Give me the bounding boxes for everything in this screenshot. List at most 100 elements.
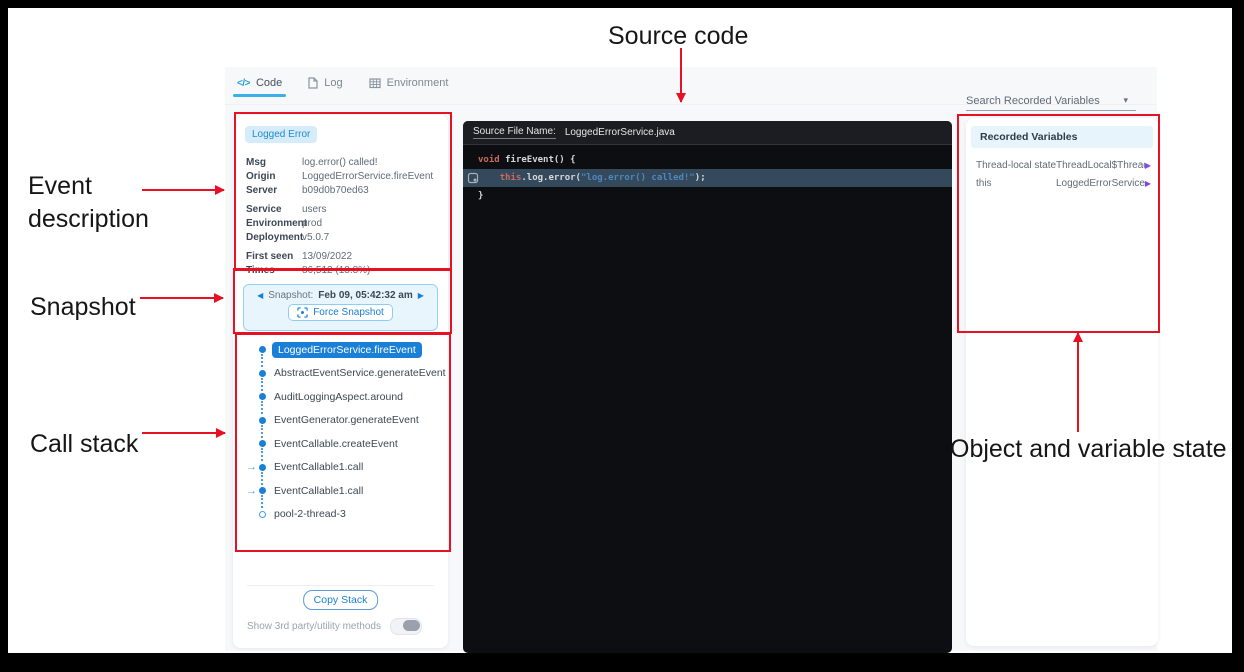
field-value: 86,512 (18.8%) <box>302 264 370 278</box>
code-lines: void fireEvent() { this.log.error("log.e… <box>463 151 952 205</box>
field-label: Environment <box>246 217 302 231</box>
stack-frame[interactable]: EventCallable.createEvent <box>243 432 439 456</box>
tab-environment[interactable]: Environment <box>369 77 449 97</box>
event-fields: Msglog.error() called!OriginLoggedErrorS… <box>246 156 438 283</box>
annotation-label-object-state: Object and variable state <box>950 433 1244 466</box>
event-panel: Logged Error Msglog.error() called!Origi… <box>233 115 448 648</box>
event-field-row: Times86,512 (18.8%) <box>246 264 438 278</box>
annotation-label-source-code: Source code <box>608 20 748 53</box>
toggle-label: Show 3rd party/utility methods <box>247 621 381 632</box>
stack-frame-label: AuditLoggingAspect.around <box>274 391 403 403</box>
annotation-label-call-stack: Call stack <box>30 428 138 461</box>
stack-frame-label: EventCallable.createEvent <box>274 438 398 450</box>
variable-row[interactable]: thisLoggedErrorService▶ <box>966 174 1158 192</box>
event-field-row: First seen13/09/2022 <box>246 250 438 264</box>
source-file-header: Source File Name: LoggedErrorService.jav… <box>463 121 952 145</box>
annotation-canvas: </>Code Log Environment Search Recorded Va… <box>8 8 1232 653</box>
expand-chevron-icon[interactable]: ▶ <box>1145 179 1151 188</box>
recorded-variables-title: Recorded Variables <box>971 126 1153 148</box>
stack-frame-label: LoggedErrorService.fireEvent <box>272 342 422 358</box>
event-field-row: Serverb09d0b70ed63 <box>246 184 438 198</box>
field-value: b09d0b70ed63 <box>302 184 369 198</box>
field-label: First seen <box>246 250 302 264</box>
tab-log[interactable]: Log <box>308 77 342 97</box>
stack-frame[interactable]: LoggedErrorService.fireEvent <box>243 338 439 362</box>
field-value: prod <box>302 217 322 231</box>
code-line: this.log.error("log.error() called!"); <box>463 169 952 187</box>
source-file-label: Source File Name: <box>473 126 556 139</box>
recorded-variables-panel: Recorded Variables Thread-local stateThr… <box>966 118 1158 646</box>
force-snapshot-label: Force Snapshot <box>313 307 384 318</box>
stack-frame[interactable]: AuditLoggingAspect.around <box>243 385 439 409</box>
field-value: log.error() called! <box>302 156 378 170</box>
stack-frame-label: EventCallable1.call <box>274 461 363 473</box>
field-label: Server <box>246 184 302 198</box>
stack-frame[interactable]: AbstractEventService.generateEvent <box>243 362 439 386</box>
snapshot-timestamp: Feb 09, 05:42:32 am <box>318 290 413 301</box>
debugger-app: </>Code Log Environment Search Recorded Va… <box>225 67 1157 651</box>
frame-dot-icon <box>259 370 266 377</box>
frame-dot-icon <box>259 346 266 353</box>
snapshot-nav: ◀ Snapshot: Feb 09, 05:42:32 am ▶ <box>244 290 437 301</box>
frame-dot-icon <box>259 440 266 447</box>
snapshot-label: Snapshot: <box>268 290 313 301</box>
stack-frame-label: pool-2-thread-3 <box>274 508 346 520</box>
snapshot-camera-icon[interactable] <box>467 172 479 184</box>
field-label: Origin <box>246 170 302 184</box>
source-code-panel: Source File Name: LoggedErrorService.jav… <box>463 121 952 653</box>
field-label: Service <box>246 203 302 217</box>
force-snapshot-button[interactable]: Force Snapshot <box>288 304 393 321</box>
event-field-row: Serviceusers <box>246 203 438 217</box>
entry-arrow-icon: → <box>243 485 257 497</box>
frame-dot-icon <box>259 393 266 400</box>
code-icon: </> <box>237 78 250 89</box>
stack-frame[interactable]: EventGenerator.generateEvent <box>243 409 439 433</box>
snapshot-next-icon[interactable]: ▶ <box>418 291 424 300</box>
source-file-name: LoggedErrorService.java <box>565 127 675 138</box>
field-label: Times <box>246 264 302 278</box>
third-party-toggle[interactable] <box>390 618 422 635</box>
search-recorded-variables-select[interactable]: Search Recorded Variables ▾ <box>966 91 1136 111</box>
field-label: Msg <box>246 156 302 170</box>
code-line: void fireEvent() { <box>463 151 952 169</box>
thread-dot-icon <box>259 511 266 518</box>
log-icon <box>308 77 318 89</box>
toggle-knob <box>403 620 420 631</box>
variable-type: LoggedErrorService <box>1056 178 1145 189</box>
copy-stack-button[interactable]: Copy Stack <box>303 590 379 610</box>
chevron-down-icon: ▾ <box>1123 95 1136 106</box>
entry-arrow-icon: → <box>243 461 257 473</box>
annotation-label-event-description: Event description <box>28 170 198 236</box>
divider <box>247 585 434 586</box>
event-type-badge: Logged Error <box>245 126 317 143</box>
tab-code[interactable]: </>Code <box>237 77 282 97</box>
stack-frame-label: EventCallable1.call <box>274 485 363 497</box>
stack-frame[interactable]: pool-2-thread-3 <box>243 503 439 527</box>
stack-frame[interactable]: → EventCallable1.call <box>243 479 439 503</box>
tab-bar: </>Code Log Environment <box>237 77 448 97</box>
event-field-row: OriginLoggedErrorService.fireEvent <box>246 170 438 184</box>
third-party-toggle-row: Show 3rd party/utility methods <box>247 618 422 635</box>
expand-chevron-icon[interactable]: ▶ <box>1145 161 1151 170</box>
camera-focus-icon <box>297 307 308 318</box>
frame-dot-icon <box>259 417 266 424</box>
field-value: users <box>302 203 326 217</box>
field-value: LoggedErrorService.fireEvent <box>302 170 433 184</box>
event-field-row: Msglog.error() called! <box>246 156 438 170</box>
event-field-row: Environmentprod <box>246 217 438 231</box>
variable-type: ThreadLocal$ThreadL... <box>1056 160 1145 171</box>
environment-icon <box>369 78 381 89</box>
stack-frame[interactable]: → EventCallable1.call <box>243 456 439 480</box>
snapshot-prev-icon[interactable]: ◀ <box>257 291 263 300</box>
field-value: 13/09/2022 <box>302 250 352 264</box>
variable-name: Thread-local state <box>976 160 1056 171</box>
variable-row[interactable]: Thread-local stateThreadLocal$ThreadL...… <box>966 156 1158 174</box>
frame-dot-icon <box>259 464 266 471</box>
frame-dot-icon <box>259 487 266 494</box>
field-value: v5.0.7 <box>302 231 329 245</box>
call-stack-list: LoggedErrorService.fireEvent AbstractEven… <box>243 338 439 526</box>
search-select-value: Search Recorded Variables <box>966 95 1100 107</box>
annotation-label-snapshot: Snapshot <box>30 291 136 324</box>
field-label: Deployment <box>246 231 302 245</box>
variable-name: this <box>976 178 1056 189</box>
